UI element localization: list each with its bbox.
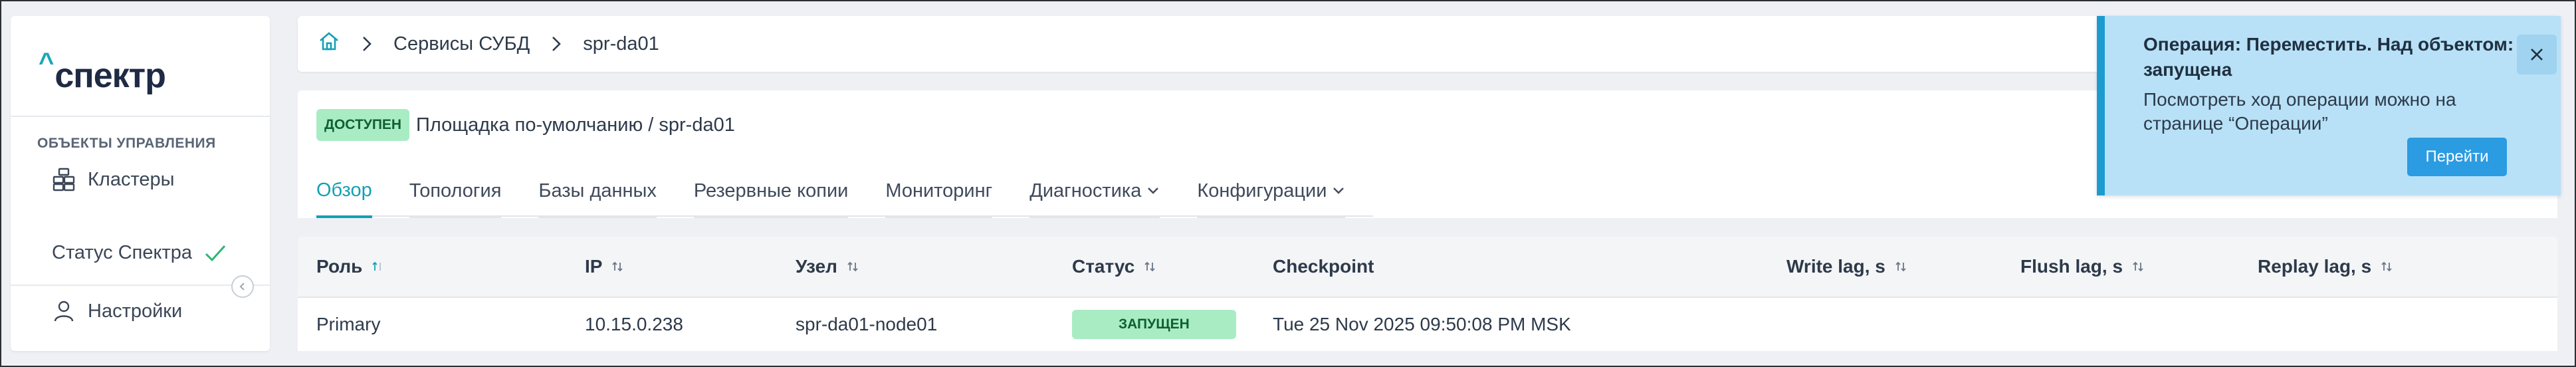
cell-ip: 10.15.0.238 — [585, 314, 683, 334]
cell-checkpoint: Tue 25 Nov 2025 09:50:08 PM MSK — [1273, 314, 1571, 334]
sidebar-item-clusters[interactable]: Кластеры — [51, 166, 175, 193]
sort-icon — [1144, 261, 1156, 273]
sort-icon — [2381, 261, 2393, 273]
close-icon — [2531, 49, 2543, 61]
sidebar-item-settings[interactable]: Настройки — [51, 298, 182, 324]
sort-icon — [2132, 261, 2144, 273]
nodes-table: Роль IP Узел Статус Checkpoint Write lag… — [298, 237, 2557, 351]
column-label: Узел — [796, 256, 837, 277]
column-header-replay-lag[interactable]: Replay lag, s — [2258, 237, 2393, 297]
column-label: Flush lag, s — [2020, 256, 2123, 277]
status-badge: ЗАПУЩЕН — [1072, 310, 1236, 339]
tab-label: Диагностика — [1029, 180, 1142, 201]
column-header-checkpoint: Checkpoint — [1273, 237, 1374, 297]
tab-overview[interactable]: Обзор — [316, 165, 372, 218]
sort-icon — [1895, 261, 1907, 273]
column-label: Статус — [1072, 256, 1135, 277]
breadcrumb-item-db-services[interactable]: Сервисы СУБД — [393, 33, 530, 55]
column-header-flush-lag[interactable]: Flush lag, s — [2020, 237, 2144, 297]
column-label: IP — [585, 256, 603, 277]
sort-icon — [611, 261, 623, 273]
tab-databases[interactable]: Базы данных — [538, 165, 657, 218]
user-icon — [51, 298, 77, 324]
toast-close-button[interactable] — [2517, 35, 2557, 74]
chevron-down-icon — [1332, 186, 1345, 195]
toast-title: Операция: Переместить. Над объектом: зап… — [2143, 34, 2514, 80]
sort-asc-icon — [372, 261, 383, 273]
column-header-role[interactable]: Роль — [316, 237, 383, 297]
breadcrumb: Сервисы СУБД spr-da01 — [318, 16, 659, 72]
tab-monitoring[interactable]: Мониторинг — [885, 165, 993, 218]
status-badge: ДОСТУПЕН — [316, 109, 410, 141]
tab-topology[interactable]: Топология — [409, 165, 502, 218]
logo[interactable]: ^спектр — [39, 48, 166, 96]
breadcrumb-item-current: spr-da01 — [583, 33, 659, 55]
chevron-left-icon — [239, 283, 245, 291]
home-icon[interactable] — [318, 31, 340, 57]
sidebar-item-label: Настройки — [88, 300, 183, 322]
go-to-operations-button[interactable]: Перейти — [2407, 138, 2507, 176]
column-header-status[interactable]: Статус — [1072, 237, 1156, 297]
column-label: Replay lag, s — [2258, 256, 2372, 277]
chevron-right-icon — [362, 35, 372, 53]
table-header: Роль IP Узел Статус Checkpoint Write lag… — [298, 237, 2557, 298]
sidebar-item-spectr-status[interactable]: Статус Спектра — [52, 242, 227, 264]
logo-text: спектр — [54, 57, 166, 95]
column-label: Write lag, s — [1786, 256, 1885, 277]
sidebar: ^спектр ОБЪЕКТЫ УПРАВЛЕНИЯ Кластеры Стат… — [11, 16, 270, 351]
column-label: Checkpoint — [1273, 256, 1374, 277]
tab-diagnostics[interactable]: Диагностика — [1029, 165, 1160, 218]
sort-icon — [847, 261, 859, 273]
tab-bar: Обзор Топология Базы данных Резервные ко… — [316, 165, 1382, 218]
sidebar-item-label: Кластеры — [88, 168, 175, 190]
tab-label: Конфигурации — [1197, 180, 1327, 201]
sidebar-item-label: Статус Спектра — [52, 242, 193, 263]
check-icon — [204, 243, 227, 263]
column-header-node[interactable]: Узел — [796, 237, 859, 297]
chevron-down-icon — [1146, 186, 1160, 195]
cell-node: spr-da01-node01 — [796, 314, 938, 334]
toast-message: Посмотреть ход операции можно на страниц… — [2143, 89, 2456, 134]
column-label: Роль — [316, 256, 363, 277]
column-header-ip[interactable]: IP — [585, 237, 623, 297]
column-header-write-lag[interactable]: Write lag, s — [1786, 237, 1907, 297]
tab-configurations[interactable]: Конфигурации — [1197, 165, 1346, 218]
chevron-right-icon — [551, 35, 562, 53]
operation-toast: Операция: Переместить. Над объектом: зап… — [2097, 16, 2561, 195]
sidebar-section-title: ОБЪЕКТЫ УПРАВЛЕНИЯ — [37, 136, 216, 151]
collapse-sidebar-button[interactable] — [231, 275, 254, 298]
cell-status: ЗАПУЩЕН — [1072, 298, 1236, 351]
cell-role: Primary — [316, 314, 381, 334]
object-location: Площадка по-умолчанию / spr-da01 — [416, 114, 735, 136]
tab-backups[interactable]: Резервные копии — [693, 165, 849, 218]
logo-caret: ^ — [39, 48, 54, 77]
cluster-icon — [51, 166, 77, 193]
sidebar-divider — [11, 116, 270, 117]
